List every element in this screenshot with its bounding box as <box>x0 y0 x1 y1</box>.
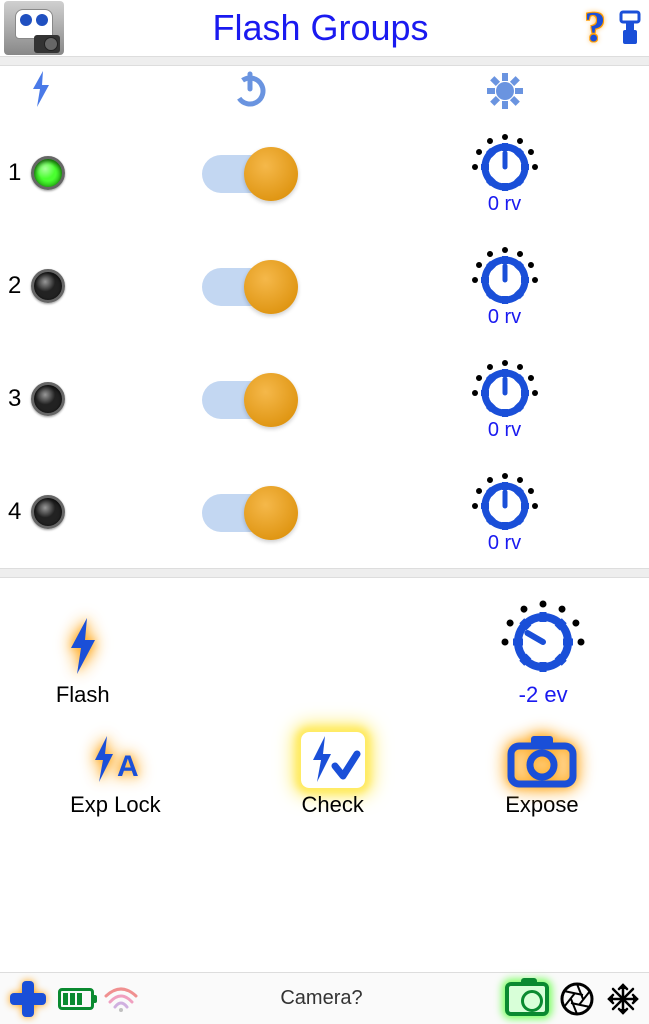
power-toggle[interactable] <box>202 373 298 425</box>
gear-icon <box>485 71 525 111</box>
group-indicator[interactable]: 4 <box>0 495 140 529</box>
bolt-check-icon <box>301 732 365 788</box>
aperture-icon[interactable] <box>559 981 595 1017</box>
rv-dial[interactable]: 0 rv <box>360 468 649 555</box>
group-number: 3 <box>8 385 21 413</box>
group-row: 1 <box>0 116 649 229</box>
help-icon[interactable]: ? <box>577 6 613 50</box>
dial-icon <box>493 594 593 678</box>
page-title: Flash Groups <box>212 7 428 49</box>
group-row: 2 0 rv <box>0 229 649 342</box>
camera-icon <box>505 732 579 788</box>
group-indicator[interactable]: 3 <box>0 382 140 416</box>
led-icon <box>31 382 65 416</box>
flash-column-header <box>0 69 140 114</box>
dial-value: 0 rv <box>488 532 521 555</box>
exp-lock-label: Exp Lock <box>70 792 161 818</box>
battery-icon[interactable] <box>58 988 94 1010</box>
dial-icon <box>465 355 545 421</box>
bolt-a-icon: A <box>83 732 147 788</box>
led-icon <box>31 269 65 303</box>
column-headers <box>0 66 649 116</box>
app-header: Flash Groups ? <box>0 0 649 56</box>
group-indicator[interactable]: 2 <box>0 269 140 303</box>
footer-right <box>505 981 641 1017</box>
wifi-icon[interactable] <box>104 986 138 1012</box>
power-icon <box>230 69 270 109</box>
camera-connect-icon[interactable] <box>505 982 549 1016</box>
power-toggle[interactable] <box>202 486 298 538</box>
power-column-header <box>140 69 360 114</box>
footer-bar: Camera? <box>0 972 649 1024</box>
add-icon[interactable] <box>8 979 48 1019</box>
group-row: 3 0 rv <box>0 342 649 455</box>
dial-column-header <box>360 71 649 111</box>
ev-value: -2 ev <box>519 682 568 708</box>
camera-status: Camera? <box>280 987 362 1010</box>
dial-icon <box>465 242 545 308</box>
dial-icon <box>465 468 545 534</box>
control-panel: Flash -2 ev A Exp Lock <box>0 578 649 848</box>
group-number: 2 <box>8 272 21 300</box>
power-toggle[interactable] <box>202 260 298 312</box>
group-row: 4 0 rv <box>0 455 649 568</box>
control-row-bottom: A Exp Lock Check Expose <box>0 732 649 818</box>
robot-camera-icon[interactable] <box>4 1 64 55</box>
flash-label: Flash <box>56 682 110 708</box>
bolt-icon <box>28 69 54 109</box>
check-button[interactable]: Check <box>301 732 365 818</box>
divider <box>0 56 649 66</box>
header-right: ? <box>577 6 645 50</box>
svg-text:A: A <box>117 750 139 783</box>
flash-unit-icon[interactable] <box>615 6 645 50</box>
power-toggle[interactable] <box>202 147 298 199</box>
led-icon <box>31 156 65 190</box>
led-icon <box>31 495 65 529</box>
flash-button[interactable]: Flash <box>56 614 110 708</box>
exp-lock-button[interactable]: A Exp Lock <box>70 732 161 818</box>
divider <box>0 568 649 578</box>
dial-value: 0 rv <box>488 419 521 442</box>
header-left <box>4 1 64 55</box>
ev-dial[interactable]: -2 ev <box>493 594 593 708</box>
dial-icon <box>465 129 545 195</box>
snowflake-icon[interactable] <box>605 981 641 1017</box>
footer-left <box>8 979 138 1019</box>
group-indicator[interactable]: 1 <box>0 156 140 190</box>
dial-value: 0 rv <box>488 306 521 329</box>
expose-label: Expose <box>505 792 578 818</box>
group-number: 4 <box>8 498 21 526</box>
control-row-top: Flash -2 ev <box>0 594 649 708</box>
rv-dial[interactable]: 0 rv <box>360 355 649 442</box>
group-rows: 1 <box>0 116 649 568</box>
bolt-icon <box>61 614 105 678</box>
rv-dial[interactable]: 0 rv <box>360 129 649 216</box>
dial-value: 0 rv <box>488 193 521 216</box>
expose-button[interactable]: Expose <box>505 732 579 818</box>
group-number: 1 <box>8 159 21 187</box>
rv-dial[interactable]: 0 rv <box>360 242 649 329</box>
check-label: Check <box>302 792 364 818</box>
